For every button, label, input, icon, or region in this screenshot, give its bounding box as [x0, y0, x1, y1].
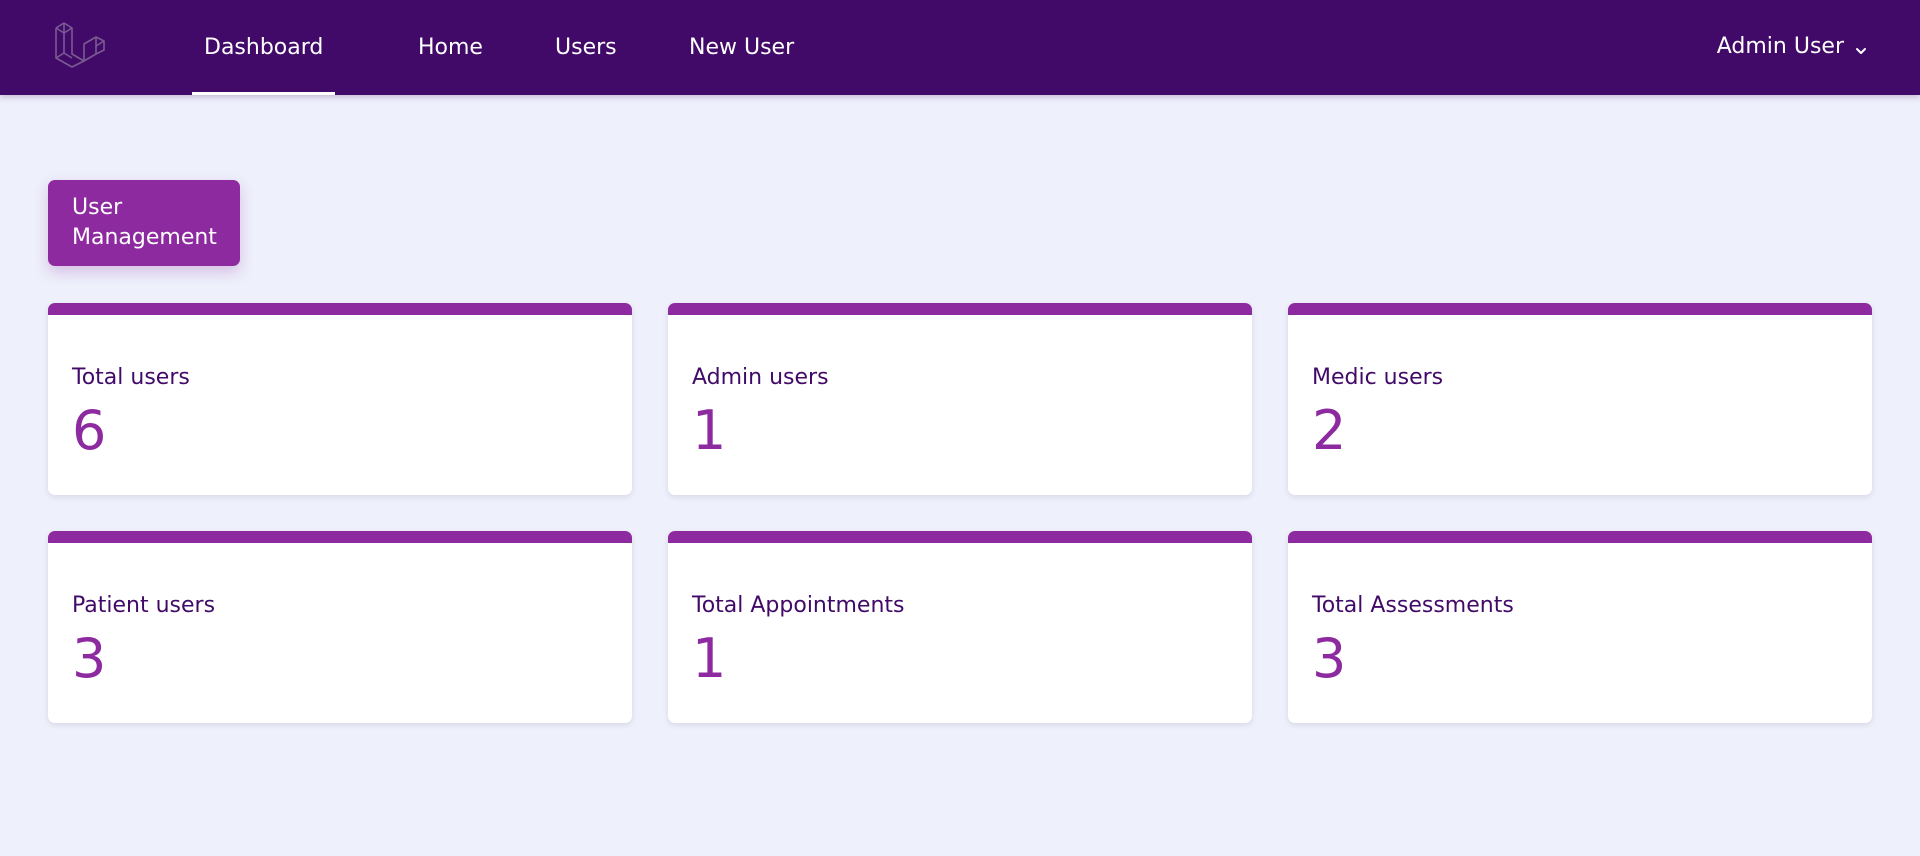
- stat-card-total-assessments: Total Assessments 3: [1288, 531, 1872, 723]
- user-menu-label: Admin User: [1716, 33, 1844, 59]
- nav-link-users[interactable]: Users: [555, 0, 617, 95]
- stat-value: 3: [72, 627, 107, 690]
- stat-label: Total Assessments: [1312, 593, 1514, 618]
- stat-value: 1: [692, 627, 727, 690]
- stat-card-admin-users: Admin users 1: [668, 303, 1252, 495]
- stat-label: Patient users: [72, 593, 216, 618]
- stat-value: 2: [1312, 399, 1347, 462]
- stat-label: Total users: [72, 365, 190, 390]
- chevron-down-icon: [1854, 39, 1868, 54]
- user-menu-dropdown[interactable]: Admin User: [1717, 0, 1868, 92]
- laravel-logo-icon[interactable]: [52, 18, 108, 74]
- stat-value: 6: [72, 399, 107, 462]
- user-management-button[interactable]: User Management: [48, 180, 240, 266]
- nav-link-home[interactable]: Home: [418, 0, 483, 95]
- stat-card-total-appointments: Total Appointments 1: [668, 531, 1252, 723]
- stat-card-total-users: Total users 6: [48, 303, 632, 495]
- stat-label: Admin users: [692, 365, 829, 390]
- stat-card-medic-users: Medic users 2: [1288, 303, 1872, 495]
- nav-link-dashboard[interactable]: Dashboard: [191, 0, 336, 95]
- stat-card-patient-users: Patient users 3: [48, 531, 632, 723]
- stat-label: Total Appointments: [692, 593, 905, 618]
- top-navbar: Dashboard Home Users New User Admin User: [0, 0, 1920, 95]
- nav-link-new-user[interactable]: New User: [689, 0, 794, 95]
- stat-value: 1: [692, 399, 727, 462]
- stat-label: Medic users: [1312, 365, 1444, 390]
- stat-value: 3: [1312, 627, 1347, 690]
